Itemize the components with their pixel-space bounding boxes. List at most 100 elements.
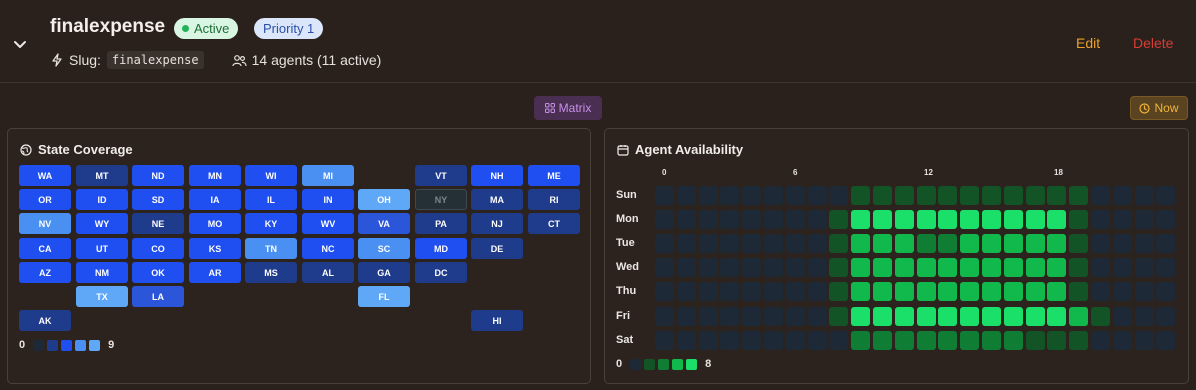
availability-cell[interactable]: [1004, 258, 1023, 277]
availability-cell[interactable]: [1026, 331, 1045, 350]
state-tile-de[interactable]: DE: [471, 238, 523, 259]
availability-cell[interactable]: [895, 210, 914, 229]
state-tile-ky[interactable]: KY: [245, 213, 297, 234]
availability-cell[interactable]: [1004, 331, 1023, 350]
availability-cell[interactable]: [895, 186, 914, 205]
state-tile-va[interactable]: VA: [358, 213, 410, 234]
availability-cell[interactable]: [917, 331, 936, 350]
availability-cell[interactable]: [938, 234, 957, 253]
availability-cell[interactable]: [1091, 282, 1110, 301]
state-tile-wv[interactable]: WV: [302, 213, 354, 234]
state-tile-nc[interactable]: NC: [302, 238, 354, 259]
availability-cell[interactable]: [720, 282, 739, 301]
availability-cell[interactable]: [938, 258, 957, 277]
availability-cell[interactable]: [720, 210, 739, 229]
state-tile-ga[interactable]: GA: [358, 262, 410, 283]
state-tile-nm[interactable]: NM: [76, 262, 128, 283]
availability-cell[interactable]: [982, 210, 1001, 229]
availability-cell[interactable]: [677, 234, 696, 253]
state-tile-az[interactable]: AZ: [19, 262, 71, 283]
availability-cell[interactable]: [982, 258, 1001, 277]
availability-cell[interactable]: [1156, 210, 1175, 229]
state-tile-ut[interactable]: UT: [76, 238, 128, 259]
state-tile-me[interactable]: ME: [528, 165, 580, 186]
availability-cell[interactable]: [655, 186, 674, 205]
availability-cell[interactable]: [786, 331, 805, 350]
state-tile-wi[interactable]: WI: [245, 165, 297, 186]
availability-cell[interactable]: [1026, 234, 1045, 253]
state-tile-nh[interactable]: NH: [471, 165, 523, 186]
availability-cell[interactable]: [829, 331, 848, 350]
availability-cell[interactable]: [742, 282, 761, 301]
availability-cell[interactable]: [699, 282, 718, 301]
availability-cell[interactable]: [938, 186, 957, 205]
availability-cell[interactable]: [1069, 282, 1088, 301]
availability-cell[interactable]: [699, 186, 718, 205]
availability-cell[interactable]: [873, 234, 892, 253]
availability-cell[interactable]: [1047, 331, 1066, 350]
matrix-view-button[interactable]: Matrix: [534, 96, 602, 120]
availability-cell[interactable]: [1135, 331, 1154, 350]
availability-cell[interactable]: [655, 307, 674, 326]
availability-cell[interactable]: [982, 282, 1001, 301]
state-tile-in[interactable]: IN: [302, 189, 354, 210]
availability-cell[interactable]: [829, 307, 848, 326]
state-tile-ia[interactable]: IA: [189, 189, 241, 210]
availability-cell[interactable]: [742, 331, 761, 350]
availability-cell[interactable]: [829, 210, 848, 229]
availability-cell[interactable]: [1135, 258, 1154, 277]
availability-cell[interactable]: [938, 331, 957, 350]
availability-cell[interactable]: [742, 258, 761, 277]
availability-cell[interactable]: [829, 186, 848, 205]
availability-cell[interactable]: [808, 258, 827, 277]
availability-cell[interactable]: [699, 331, 718, 350]
availability-cell[interactable]: [720, 258, 739, 277]
availability-cell[interactable]: [1091, 186, 1110, 205]
availability-cell[interactable]: [960, 258, 979, 277]
availability-cell[interactable]: [786, 307, 805, 326]
availability-cell[interactable]: [742, 186, 761, 205]
availability-cell[interactable]: [1026, 186, 1045, 205]
state-tile-ok[interactable]: OK: [132, 262, 184, 283]
availability-cell[interactable]: [764, 186, 783, 205]
availability-cell[interactable]: [895, 307, 914, 326]
availability-cell[interactable]: [677, 282, 696, 301]
availability-cell[interactable]: [1047, 210, 1066, 229]
availability-cell[interactable]: [917, 282, 936, 301]
availability-cell[interactable]: [1026, 210, 1045, 229]
availability-cell[interactable]: [1135, 234, 1154, 253]
state-tile-ar[interactable]: AR: [189, 262, 241, 283]
availability-cell[interactable]: [677, 307, 696, 326]
availability-cell[interactable]: [1113, 210, 1132, 229]
chevron-down-icon[interactable]: [12, 36, 28, 52]
availability-cell[interactable]: [808, 307, 827, 326]
state-tile-mt[interactable]: MT: [76, 165, 128, 186]
availability-cell[interactable]: [1004, 282, 1023, 301]
now-button[interactable]: Now: [1130, 96, 1188, 120]
availability-cell[interactable]: [1069, 210, 1088, 229]
availability-cell[interactable]: [938, 210, 957, 229]
availability-cell[interactable]: [720, 307, 739, 326]
availability-cell[interactable]: [851, 258, 870, 277]
state-tile-nv[interactable]: NV: [19, 213, 71, 234]
availability-cell[interactable]: [1113, 258, 1132, 277]
availability-cell[interactable]: [1113, 282, 1132, 301]
availability-cell[interactable]: [786, 282, 805, 301]
delete-button[interactable]: Delete: [1133, 35, 1173, 51]
availability-cell[interactable]: [1004, 186, 1023, 205]
availability-cell[interactable]: [895, 258, 914, 277]
availability-cell[interactable]: [1004, 210, 1023, 229]
availability-cell[interactable]: [1091, 258, 1110, 277]
availability-cell[interactable]: [960, 331, 979, 350]
availability-cell[interactable]: [873, 258, 892, 277]
availability-cell[interactable]: [982, 331, 1001, 350]
availability-cell[interactable]: [960, 234, 979, 253]
availability-cell[interactable]: [917, 234, 936, 253]
availability-cell[interactable]: [742, 234, 761, 253]
availability-cell[interactable]: [917, 210, 936, 229]
availability-cell[interactable]: [1113, 186, 1132, 205]
availability-cell[interactable]: [1156, 307, 1175, 326]
availability-cell[interactable]: [873, 331, 892, 350]
availability-cell[interactable]: [873, 282, 892, 301]
availability-cell[interactable]: [786, 258, 805, 277]
